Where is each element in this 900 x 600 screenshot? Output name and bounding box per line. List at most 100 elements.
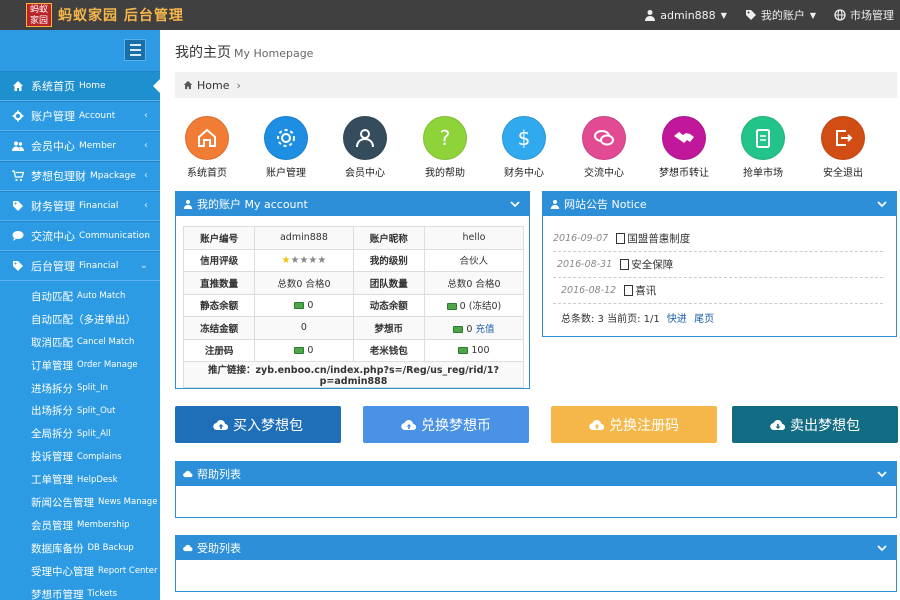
exit-icon <box>836 130 853 146</box>
chevron-down-icon[interactable] <box>876 468 888 480</box>
subnav-auto-match-multi[interactable]: 自动匹配（多进单出） <box>0 308 160 331</box>
list-item[interactable]: 2016-08-12 喜讯 <box>553 278 883 304</box>
subnav-split-all[interactable]: 全局拆分 Split_All <box>0 422 160 445</box>
cell-value: 0 <box>254 338 354 362</box>
subnav-auto-match[interactable]: 自动匹配 Auto Match <box>0 285 160 308</box>
market-link[interactable]: 市场管理 <box>834 7 894 23</box>
logo[interactable]: 蚂蚁家园 蚂蚁家园 后台管理 <box>26 3 184 27</box>
shortcut-market[interactable]: 抢单市场 <box>728 116 798 179</box>
subnav-news-manage[interactable]: 新闻公告管理 News Manage <box>0 491 160 514</box>
sidebar-toggle-button[interactable] <box>124 39 146 61</box>
subnav-membership[interactable]: 会员管理 Membership <box>0 514 160 537</box>
sidebar-item-en: Communication <box>79 231 150 241</box>
sidebar-item-home[interactable]: 系统首页 Home <box>0 71 160 101</box>
chevron-down-icon: ▼ <box>720 10 727 20</box>
subnav-split-in[interactable]: 进场拆分 Split_In <box>0 377 160 400</box>
shortcut-home[interactable]: 系统首页 <box>172 116 242 179</box>
shortcut-circle <box>185 116 229 160</box>
subnav-complains[interactable]: 投诉管理 Complains <box>0 445 160 468</box>
cell-value-text: 0 (冻结0) <box>459 301 502 313</box>
cell-value-text: 0 <box>307 344 314 356</box>
subnav-order-manage[interactable]: 订单管理 Order Manage <box>0 354 160 377</box>
sidebar-item-mpackage[interactable]: 梦想包理财 Mpackage ‹ <box>0 161 160 191</box>
sidebar-item-financial[interactable]: 财务管理 Financial ‹ <box>0 191 160 221</box>
money-icon <box>458 346 469 354</box>
table-row: 静态余额 0 动态余额 0 (冻结0) <box>182 293 525 317</box>
subnav-en: Split_Out <box>77 405 116 416</box>
shortcut-label: 系统首页 <box>187 168 227 179</box>
shortcut-transfer[interactable]: 梦想币转让 <box>649 116 719 179</box>
recharge-link[interactable]: 充值 <box>475 324 494 335</box>
table-row: 信用评级 ★★★★★ 我的级别 合伙人 <box>182 248 525 272</box>
notice-panel-title: 网站公告 Notice <box>564 198 647 211</box>
notice-title[interactable]: 喜讯 <box>635 283 656 298</box>
chevron-down-icon[interactable] <box>876 542 888 554</box>
shortcut-finance[interactable]: $ 财务中心 <box>489 116 559 179</box>
sidebar-item-label: 会员中心 <box>31 140 75 153</box>
sidebar-item-member[interactable]: 会员中心 Member ‹ <box>0 131 160 161</box>
cell-value: 总数0 合格0 <box>254 271 354 295</box>
subnav-tickets[interactable]: 梦想币管理 Tickets <box>0 583 160 600</box>
subnav-db-backup[interactable]: 数据库备份 DB Backup <box>0 537 160 560</box>
money-icon <box>446 303 457 311</box>
sidebar-item-communication[interactable]: 交流中心 Communication ‹ <box>0 221 160 251</box>
menu-icon-line <box>129 49 141 51</box>
breadcrumb-home[interactable]: Home <box>197 79 229 92</box>
user-icon <box>550 199 560 209</box>
subnav-en: Tickets <box>87 589 118 600</box>
chevron-down-icon[interactable] <box>876 198 888 210</box>
promo-link-label: 推广链接： <box>207 365 256 376</box>
my-account-menu[interactable]: 我的账户 ▼ <box>745 7 816 23</box>
my-account-label: 我的账户 <box>760 9 805 22</box>
subnav-cancel-match[interactable]: 取消匹配 Cancel Match <box>0 331 160 354</box>
subnav-label: 数据库备份 <box>31 542 84 555</box>
user-menu[interactable]: admin888 ▼ <box>644 9 727 22</box>
subnav-split-out[interactable]: 出场拆分 Split_Out <box>0 399 160 422</box>
shortcut-logout[interactable]: 安全退出 <box>808 116 878 179</box>
svg-text:?: ? <box>440 126 451 150</box>
cell-label: 静态余额 <box>182 293 256 317</box>
promo-link-cell: 推广链接：zyb.enboo.cn/index.php?s=/Reg/us_re… <box>183 361 524 388</box>
pager-last-link[interactable]: 尾页 <box>694 314 714 325</box>
subnav-report-center[interactable]: 受理中心管理 Report Center <box>0 560 160 583</box>
notice-title[interactable]: 国盟普惠制度 <box>627 231 690 246</box>
buy-package-button[interactable]: 买入梦想包 <box>175 406 341 443</box>
shortcut-label: 会员中心 <box>345 168 385 179</box>
shortcut-label: 账户管理 <box>266 168 306 179</box>
list-item[interactable]: 2016-08-31 安全保障 <box>553 252 883 278</box>
subnav-en: Split_In <box>77 383 108 393</box>
exchange-code-button[interactable]: 兑换注册码 <box>551 406 717 443</box>
handshake-icon <box>674 132 694 143</box>
shortcut-member[interactable]: 会员中心 <box>330 116 400 179</box>
svg-text:$: $ <box>518 126 531 150</box>
shortcut-help[interactable]: ? 我的帮助 <box>410 116 480 179</box>
subnav-en: News Manage <box>98 497 158 508</box>
chevron-down-icon: ⌄ <box>139 260 148 271</box>
subnav-label: 会员管理 <box>31 519 73 532</box>
chat-icon <box>594 130 614 146</box>
exchange-coin-button[interactable]: 兑换梦想币 <box>363 406 529 443</box>
promo-link[interactable]: zyb.enboo.cn/index.php?s=/Reg/us_reg/rid… <box>255 365 499 387</box>
tag-icon <box>13 201 23 211</box>
document-icon <box>624 285 634 296</box>
cart-icon <box>12 170 24 182</box>
shortcut-label: 财务中心 <box>504 168 544 179</box>
sidebar-item-en: Mpackage <box>90 171 136 181</box>
shortcut-circle <box>662 116 706 160</box>
subnav-helpdesk[interactable]: 工单管理 HelpDesk <box>0 468 160 491</box>
notice-title[interactable]: 安全保障 <box>631 257 673 272</box>
list-item[interactable]: 2016-09-07 国盟普惠制度 <box>553 226 883 252</box>
sidebar-item-admin[interactable]: 后台管理 Financial ⌄ <box>0 251 160 281</box>
button-label: 兑换梦想币 <box>421 417 491 434</box>
sidebar-item-account[interactable]: 账户管理 Account ‹ <box>0 101 160 131</box>
help-icon: ? <box>440 126 451 150</box>
shortcut-account[interactable]: 账户管理 <box>251 116 321 179</box>
chevron-down-icon[interactable] <box>509 198 521 210</box>
shortcut-communication[interactable]: 交流中心 <box>569 116 639 179</box>
sell-package-button[interactable]: 卖出梦想包 <box>732 406 898 443</box>
user-icon <box>356 129 374 148</box>
pager-first-link[interactable]: 快进 <box>667 314 687 325</box>
user-icon <box>183 199 193 209</box>
shortcut-bar: 系统首页 账户管理 会员中心 ? 我的帮助 $ 财务中心 交流中心 梦想币转让 … <box>172 116 897 179</box>
account-table: 账户编号 admin888 账户昵称 hello 信用评级 ★★★★★ 我的级别… <box>182 226 525 388</box>
